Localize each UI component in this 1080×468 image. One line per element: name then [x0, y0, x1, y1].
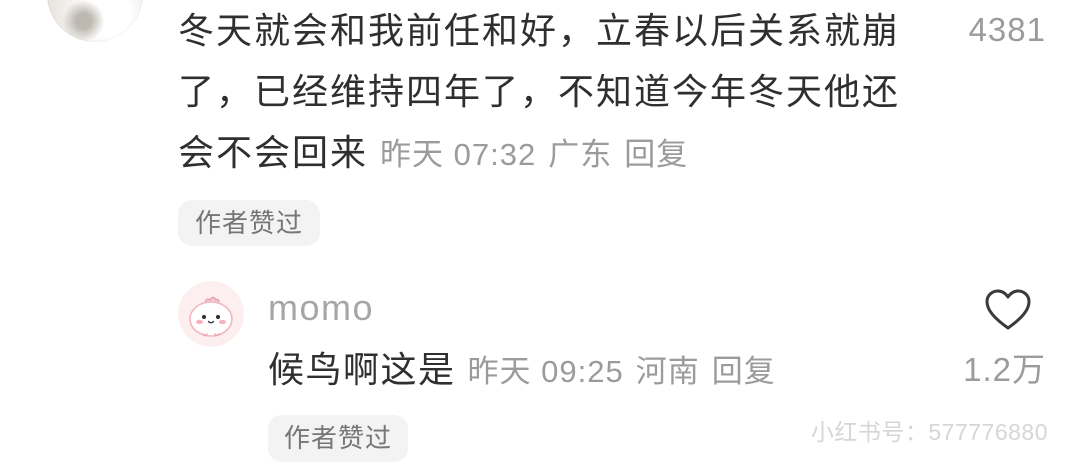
reply-like-count: 1.2万: [963, 351, 1046, 388]
avatar-illustration: [178, 281, 244, 347]
parent-comment-meta: 昨天 07:32 广东 回复: [368, 137, 688, 172]
parent-author-liked-badge: 作者赞过: [178, 200, 320, 246]
reply-like-button[interactable]: [984, 288, 1032, 332]
parent-comment-location: 广东: [548, 137, 613, 172]
reply-username[interactable]: momo: [268, 288, 374, 328]
comment-thread: 冬天就会和我前任和好，立春以后关系就崩了，已经维持四年了，不知道今年冬天他还会不…: [0, 0, 1080, 468]
parent-like-count: 4381: [968, 11, 1046, 48]
reply-author-liked-badge: 作者赞过: [268, 415, 408, 462]
reply-comment-time: 昨天 09:25: [467, 354, 624, 389]
reply-user-avatar[interactable]: [178, 281, 244, 347]
reply-comment-location: 河南: [635, 354, 700, 389]
parent-commenter-avatar[interactable]: [47, 0, 143, 42]
watermark: 小红书号：577776880: [810, 419, 1048, 445]
parent-comment-time: 昨天 07:32: [380, 137, 537, 172]
reply-comment-text: 候鸟啊这是: [268, 349, 456, 390]
reply-reply-button[interactable]: 回复: [712, 354, 776, 389]
parent-reply-button[interactable]: 回复: [624, 137, 688, 172]
parent-comment-body: 冬天就会和我前任和好，立春以后关系就崩了，已经维持四年了，不知道今年冬天他还会不…: [178, 0, 923, 185]
heart-icon[interactable]: [984, 288, 1032, 332]
reply-comment-body: 候鸟啊这是 昨天 09:25 河南 回复: [268, 350, 908, 392]
reply-comment-meta: 昨天 09:25 河南 回复: [456, 354, 776, 389]
